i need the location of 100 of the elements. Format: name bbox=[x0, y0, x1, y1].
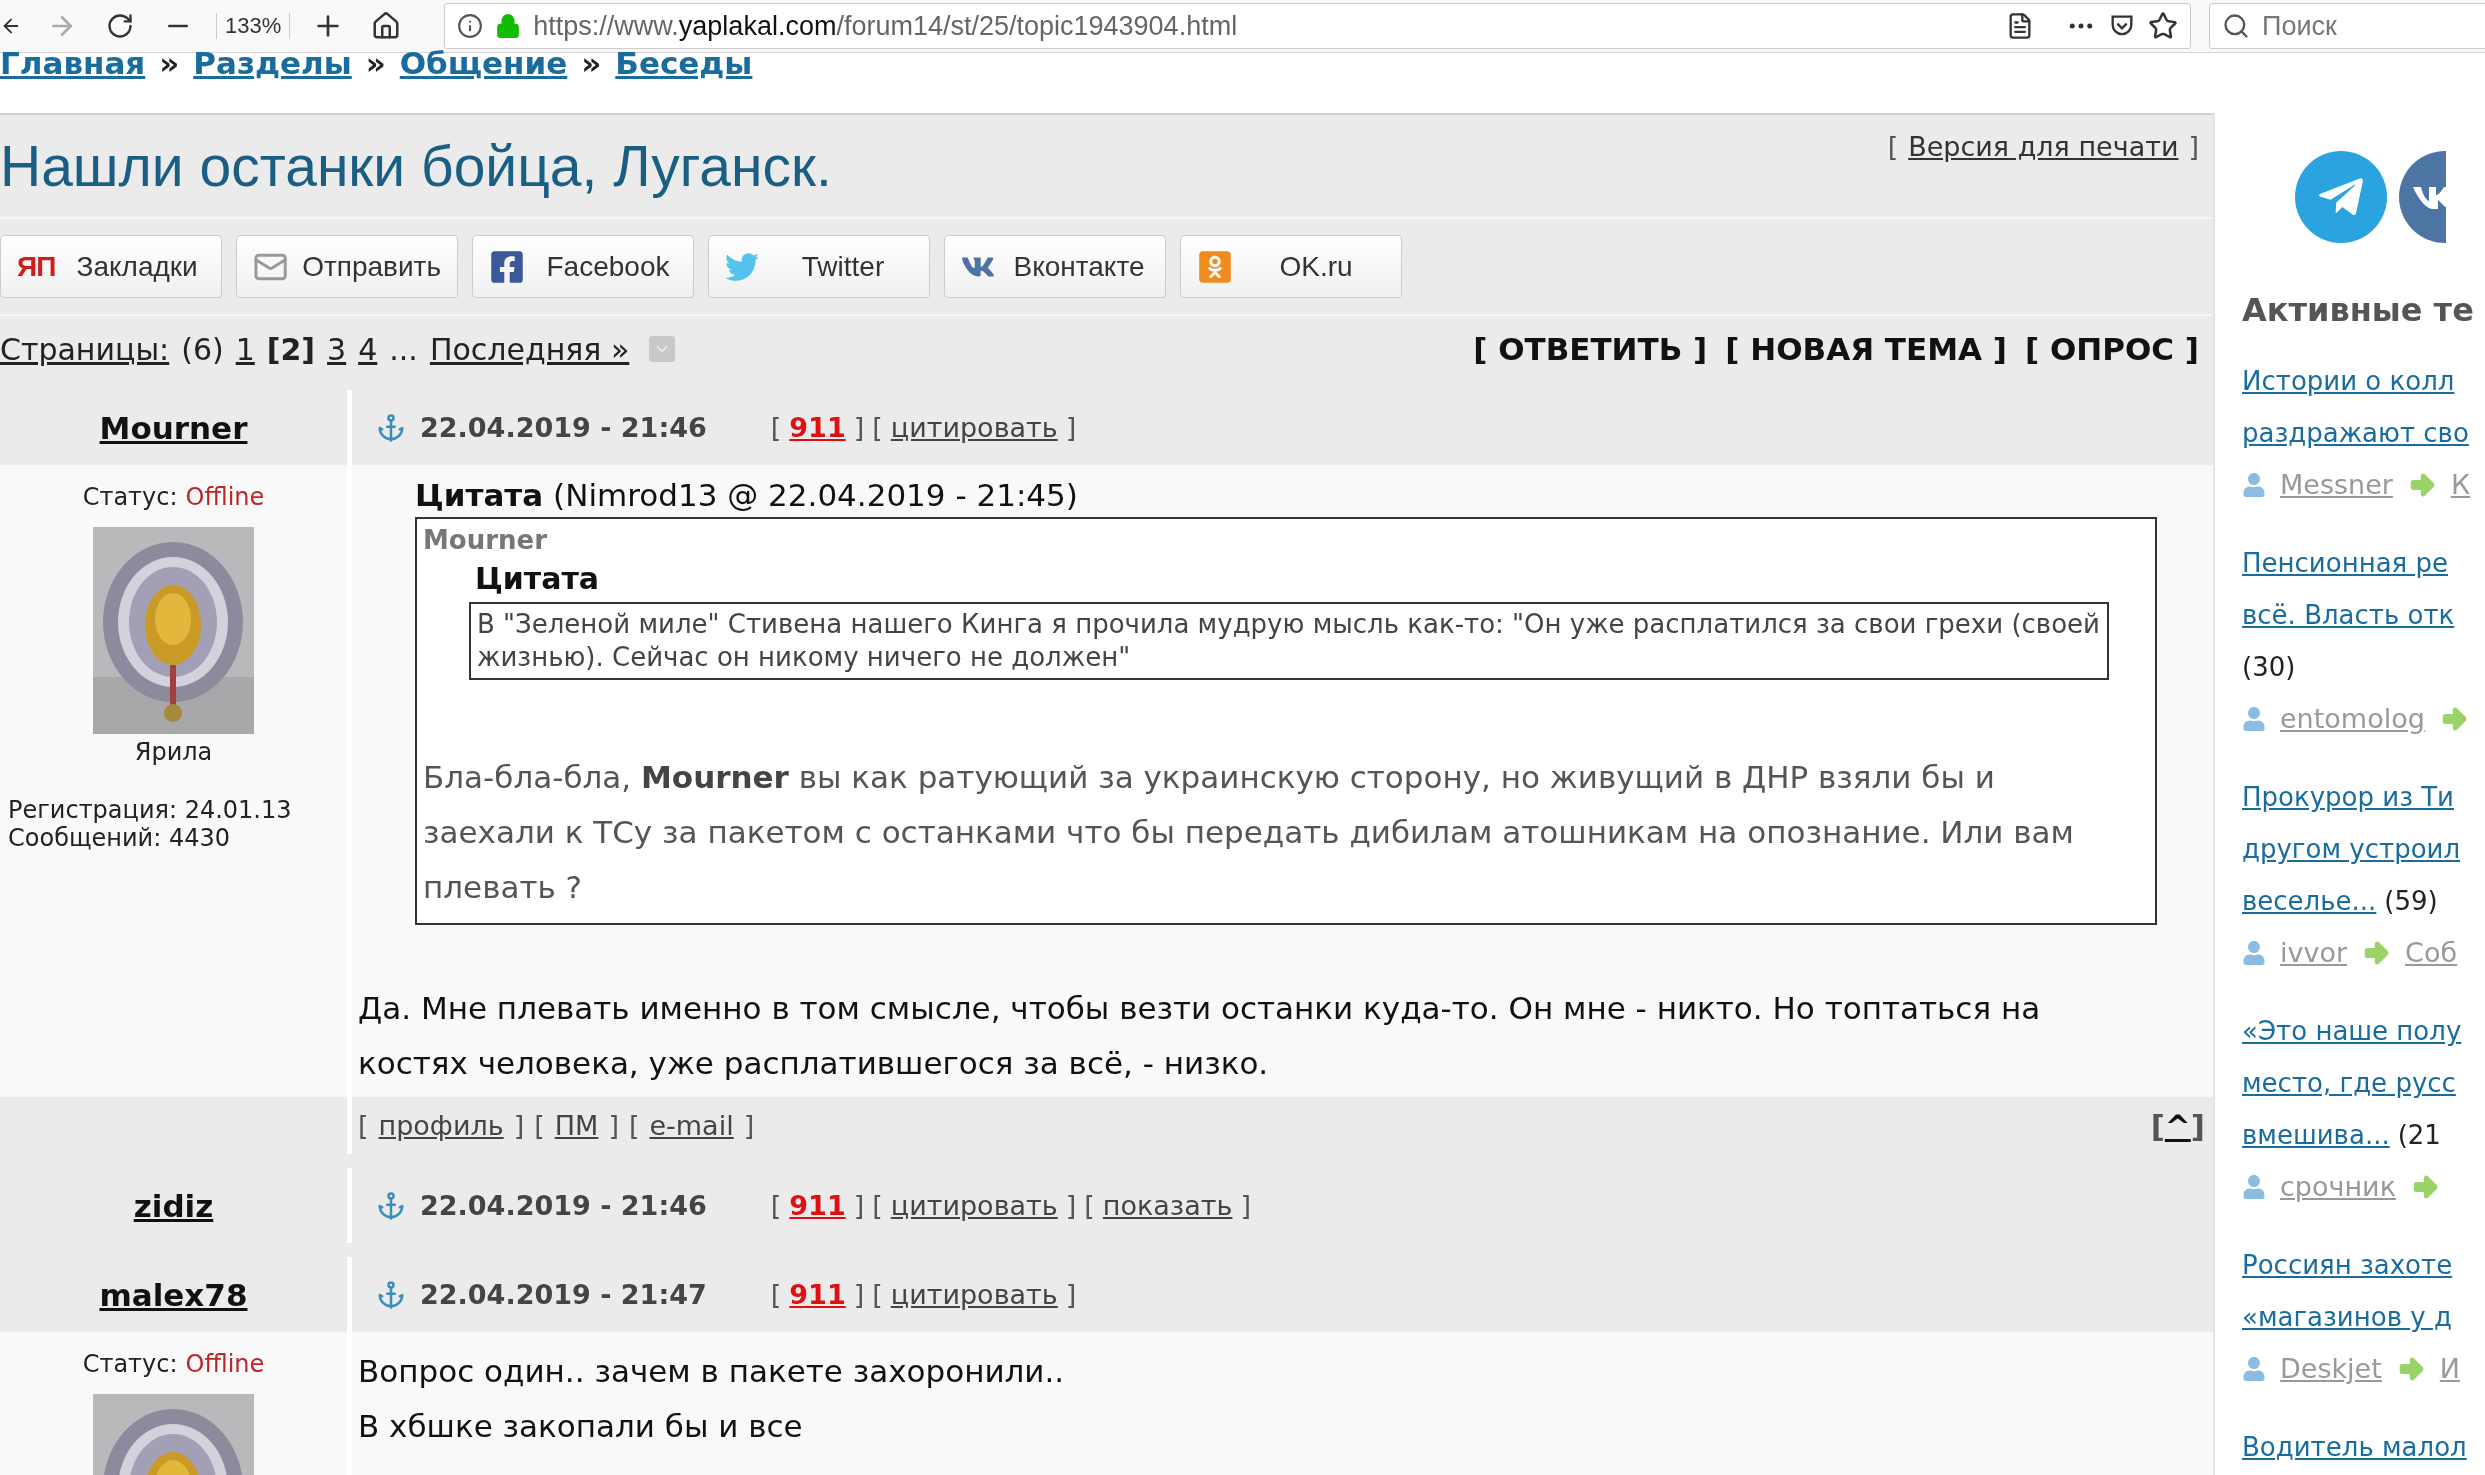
status-label: Статус: bbox=[82, 1350, 178, 1378]
user-icon bbox=[2242, 473, 2266, 497]
url-text: https://www.yaplakal.com/forum14/st/25/topic1943904.html bbox=[533, 10, 1239, 42]
page-link[interactable]: [2] bbox=[266, 331, 316, 367]
bracket: ] bbox=[2190, 1107, 2205, 1144]
topic-link[interactable]: раздражают сво bbox=[2242, 407, 2469, 459]
topic-link[interactable]: Пенсионная ре bbox=[2242, 537, 2448, 589]
action-link[interactable]: цитировать bbox=[890, 1190, 1058, 1221]
profile-link[interactable]: профиль bbox=[378, 1110, 504, 1141]
status-value: Offline bbox=[185, 483, 265, 511]
breadcrumb-separator: » bbox=[159, 45, 180, 81]
share-button[interactable]: ЯП Закладки bbox=[0, 235, 222, 298]
action-link[interactable]: цитировать bbox=[890, 412, 1058, 443]
bracket: ] bbox=[853, 1279, 865, 1310]
quote-author: Mourner bbox=[423, 525, 549, 555]
share-button[interactable]: Twitter bbox=[708, 235, 930, 298]
author-link[interactable]: zidiz bbox=[133, 1187, 214, 1224]
share-button[interactable]: Вконтакте bbox=[944, 235, 1166, 298]
topic-link[interactable]: Водитель малол bbox=[2242, 1421, 2467, 1473]
page-link[interactable]: 3 bbox=[327, 331, 347, 367]
page-link[interactable]: 4 bbox=[358, 331, 378, 367]
bracket: [ bbox=[770, 1190, 782, 1221]
info-icon bbox=[457, 13, 484, 39]
topic-action-link[interactable]: [ ОТВЕТИТЬ ] bbox=[1473, 331, 1708, 367]
action-link[interactable]: цитировать bbox=[890, 1279, 1058, 1310]
bracket: ] bbox=[1065, 1190, 1077, 1221]
post-date: 22.04.2019 - 21:47 bbox=[420, 1279, 707, 1310]
last-page-link[interactable]: Последняя » bbox=[429, 331, 630, 367]
vk-icon[interactable] bbox=[2399, 151, 2446, 243]
status-value: Offline bbox=[185, 1350, 265, 1378]
user-icon bbox=[2242, 941, 2266, 965]
zoom-level: 133% bbox=[216, 13, 291, 39]
report-link[interactable]: 911 bbox=[789, 412, 846, 443]
reply-count: (21 bbox=[2397, 1120, 2441, 1150]
profile-link[interactable]: ПМ bbox=[554, 1110, 599, 1141]
bracket: [ bbox=[770, 1279, 782, 1310]
page-count: (6) bbox=[181, 331, 224, 367]
quote-title: Цитата bbox=[475, 561, 601, 596]
logo: ЯП bbox=[17, 250, 56, 283]
bracket: ] bbox=[1065, 1279, 1077, 1310]
bracket: [ bbox=[1887, 131, 1899, 162]
reply-count: (59) bbox=[2384, 886, 2438, 916]
page-link[interactable]: 1 bbox=[235, 331, 255, 367]
pages-link[interactable]: Страницы: bbox=[0, 331, 170, 367]
share-button[interactable]: Facebook bbox=[472, 235, 694, 298]
home-icon[interactable] bbox=[371, 11, 402, 41]
topic-link[interactable]: Россиян захоте bbox=[2242, 1239, 2453, 1291]
topic-action-link[interactable]: [ НОВАЯ ТЕМА ] bbox=[1725, 331, 2007, 367]
bracket: [ bbox=[872, 1190, 883, 1221]
search-field[interactable]: Поиск bbox=[2209, 3, 2485, 49]
quote-header: Цитата (Nimrod13 @ 22.04.2019 - 21:45) bbox=[415, 477, 1079, 513]
anchor-icon bbox=[376, 412, 406, 443]
post-date: 22.04.2019 - 21:46 bbox=[420, 412, 707, 443]
bracket: [ bbox=[1084, 1190, 1095, 1221]
topic-link[interactable]: «Это наше полу bbox=[2242, 1005, 2462, 1057]
print-link[interactable]: Версия для печати bbox=[1908, 131, 2179, 162]
report-link[interactable]: 911 bbox=[789, 1190, 846, 1221]
topic-link[interactable]: Прокурор из Ти bbox=[2242, 771, 2454, 823]
topic-action-link[interactable]: [ ОПРОС ] bbox=[2024, 331, 2199, 367]
bracket: [ bbox=[358, 1110, 369, 1141]
topic-link[interactable]: Истории о колл bbox=[2242, 355, 2455, 407]
address-bar[interactable]: https://www.yaplakal.com/forum14/st/25/topic1943904.html bbox=[444, 3, 2191, 49]
bookmark-star-icon[interactable] bbox=[2148, 11, 2178, 41]
action-link[interactable]: показать bbox=[1102, 1190, 1233, 1221]
bracket: [ bbox=[2150, 1107, 2165, 1144]
bracket: ] bbox=[513, 1110, 525, 1141]
topic-link[interactable]: «магазинов у д bbox=[2242, 1291, 2452, 1343]
bracket: [ bbox=[872, 412, 883, 443]
breadcrumb-link[interactable]: Разделы bbox=[193, 45, 352, 81]
top-link[interactable]: ^ bbox=[2164, 1107, 2191, 1144]
bracket: ] bbox=[1065, 412, 1077, 443]
topic-title: Нашли останки бойца, Луганск. bbox=[0, 133, 832, 199]
bracket: [ bbox=[770, 412, 782, 443]
bracket: ] bbox=[1240, 1190, 1251, 1221]
bracket: [ bbox=[872, 1279, 883, 1310]
profile-link[interactable]: e-mail bbox=[649, 1110, 734, 1141]
report-link[interactable]: 911 bbox=[789, 1279, 846, 1310]
topic-link[interactable]: всё. Власть отк bbox=[2242, 589, 2455, 641]
anchor-icon bbox=[376, 1190, 406, 1221]
quote-text: Бла-бла-бла, Mourner вы как ратующий за украинскую сторону, но живущий в ДНР взяли бы и заехали к ТСу за пакетом с останками что бы передать дибилам атошникам на опознание. Или вам плевать ? bbox=[423, 758, 2075, 907]
post-text: Да. Мне плевать именно в том смысле, чтобы везти останки куда-то. Он мне - никто. Но топтаться на костях человека, уже расплатившегося за всё, - низко. bbox=[358, 989, 2042, 1083]
reload-icon[interactable] bbox=[106, 12, 134, 40]
bracket: ] bbox=[853, 1190, 865, 1221]
bracket: ] bbox=[2188, 131, 2199, 162]
post-text: Вопрос один.. зачем в пакете захоронили.. В хбшке закопали бы и все bbox=[358, 1352, 1066, 1446]
user-icon bbox=[2242, 707, 2266, 731]
topic-link[interactable]: вмешива... bbox=[2242, 1109, 2390, 1161]
message-count: Сообщений: 4430 bbox=[7, 824, 230, 852]
user-rank: Ярила bbox=[134, 738, 213, 766]
user-icon bbox=[2242, 1175, 2266, 1199]
facebook-icon bbox=[489, 248, 525, 285]
anchor-icon bbox=[376, 1279, 406, 1310]
topic-link[interactable]: другом устроил bbox=[2242, 823, 2461, 875]
breadcrumb-link[interactable]: Главная bbox=[0, 45, 146, 81]
bracket: ] bbox=[853, 412, 865, 443]
share-button[interactable]: OK.ru bbox=[1180, 235, 1402, 298]
topic-link[interactable]: веселье... bbox=[2242, 875, 2377, 927]
share-button[interactable]: Отправить bbox=[236, 235, 458, 298]
bracket: [ bbox=[534, 1110, 545, 1141]
topic-link[interactable]: место, где русс bbox=[2242, 1057, 2456, 1109]
